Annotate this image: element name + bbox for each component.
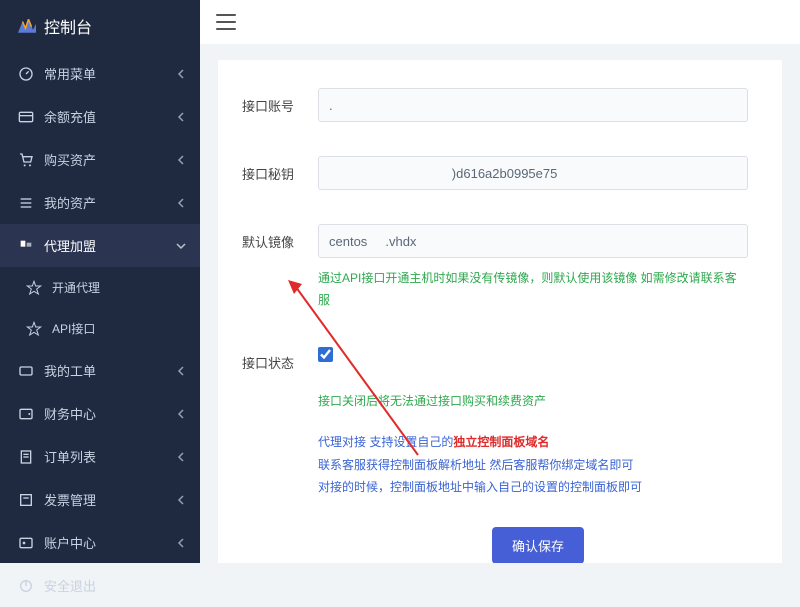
brand-logo-icon (18, 19, 36, 33)
save-button[interactable]: 确认保存 (492, 527, 584, 563)
nav-label: 安全退出 (44, 576, 96, 595)
checkbox-status[interactable] (318, 347, 333, 362)
nav-item-account[interactable]: 账户中心 (0, 521, 200, 564)
nav-item-tickets[interactable]: 我的工单 (0, 349, 200, 392)
nav-label: 余额充值 (44, 107, 96, 126)
topbar (200, 0, 800, 44)
star-icon (26, 280, 42, 296)
content: 接口账号 接口秘钥 默认镜像 通过API接口开通主机时如果没有传镜像，则 (200, 44, 800, 563)
nav-label: 订单列表 (44, 447, 96, 466)
chevron-left-icon (176, 495, 186, 505)
input-secret[interactable] (318, 156, 748, 190)
star-icon (26, 321, 42, 337)
nav-item-my-assets[interactable]: 我的资产 (0, 181, 200, 224)
label-secret: 接口秘钥 (242, 156, 318, 183)
chevron-left-icon (176, 366, 186, 376)
form-card: 接口账号 接口秘钥 默认镜像 通过API接口开通主机时如果没有传镜像，则 (218, 60, 782, 563)
chevron-down-icon (176, 241, 186, 251)
input-account[interactable] (318, 88, 748, 122)
help-status-docking: 代理对接 支持设置自己的独立控制面板域名 联系客服获得控制面板解析地址 然后客服… (318, 431, 748, 499)
nav-item-finance[interactable]: 财务中心 (0, 392, 200, 435)
help-image: 通过API接口开通主机时如果没有传镜像，则默认使用该镜像 如需修改请联系客服 (318, 268, 748, 311)
nav-item-api[interactable]: API接口 (0, 308, 200, 349)
nav-label: 我的工单 (44, 361, 96, 380)
nav-label: 账户中心 (44, 533, 96, 552)
nav-label: 财务中心 (44, 404, 96, 423)
order-icon (18, 449, 34, 465)
nav-item-logout[interactable]: 安全退出 (0, 564, 200, 607)
nav-item-open-agent[interactable]: 开通代理 (0, 267, 200, 308)
dashboard-icon (18, 66, 34, 82)
brand-title: 控制台 (44, 14, 92, 38)
nav-item-common[interactable]: 常用菜单 (0, 52, 200, 95)
chevron-left-icon (176, 409, 186, 419)
brand: 控制台 (0, 0, 200, 52)
invoice-icon (18, 492, 34, 508)
nav-label: 开通代理 (52, 279, 100, 296)
nav-item-balance[interactable]: 余额充值 (0, 95, 200, 138)
main: 接口账号 接口秘钥 默认镜像 通过API接口开通主机时如果没有传镜像，则 (200, 0, 800, 563)
nav-item-orders[interactable]: 订单列表 (0, 435, 200, 478)
wallet-icon (18, 406, 34, 422)
chevron-left-icon (176, 452, 186, 462)
label-account: 接口账号 (242, 88, 318, 115)
card-icon (18, 109, 34, 125)
nav-item-agent[interactable]: 代理加盟 (0, 224, 200, 267)
nav-item-buy-assets[interactable]: 购买资产 (0, 138, 200, 181)
menu-toggle-button[interactable] (216, 14, 236, 30)
cart-icon (18, 152, 34, 168)
input-image[interactable] (318, 224, 748, 258)
chevron-left-icon (176, 198, 186, 208)
nav-label: 代理加盟 (44, 236, 96, 255)
sidebar: 控制台 常用菜单 余额充值 购买资产 我的资产 (0, 0, 200, 563)
ticket-icon (18, 363, 34, 379)
chevron-left-icon (176, 112, 186, 122)
nav-label: 发票管理 (44, 490, 96, 509)
users-icon (18, 238, 34, 254)
nav-label: 常用菜单 (44, 64, 96, 83)
chevron-left-icon (176, 69, 186, 79)
label-image: 默认镜像 (242, 224, 318, 251)
label-status: 接口状态 (242, 345, 318, 372)
nav: 常用菜单 余额充值 购买资产 我的资产 代理加盟 (0, 52, 200, 607)
nav-label: 购买资产 (44, 150, 96, 169)
account-icon (18, 535, 34, 551)
nav-label: API接口 (52, 320, 95, 337)
nav-label: 我的资产 (44, 193, 96, 212)
help-status-off: 接口关闭后将无法通过接口购买和续费资产 (318, 391, 748, 413)
nav-item-invoice[interactable]: 发票管理 (0, 478, 200, 521)
chevron-left-icon (176, 538, 186, 548)
list-icon (18, 195, 34, 211)
power-icon (18, 578, 34, 594)
chevron-left-icon (176, 155, 186, 165)
